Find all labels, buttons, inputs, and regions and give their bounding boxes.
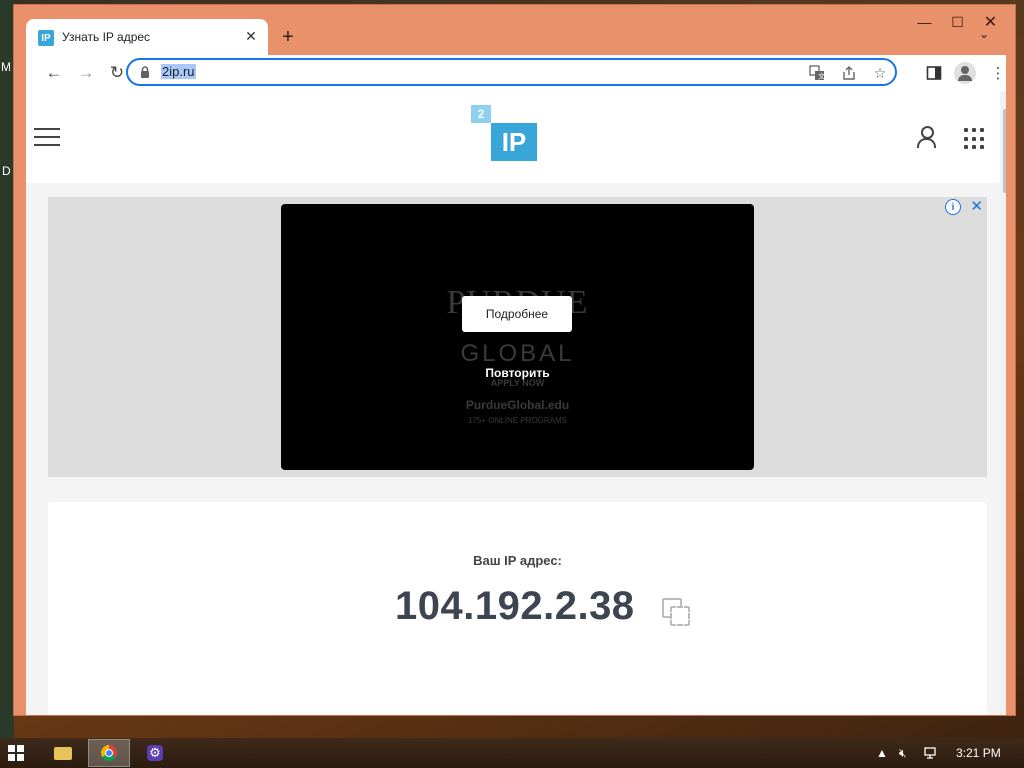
windows-start-icon[interactable] — [8, 745, 24, 761]
browser-toolbar: ← → ↻ 2ip.ru 文 ☆ ⋮ — [26, 55, 1006, 91]
user-icon[interactable] — [916, 126, 936, 148]
browser-window: — ☐ ✕ IP Узнать IP адрес ✕ + ⌄ ← → ↻ 2ip… — [13, 4, 1016, 716]
desktop-edge: M D — [0, 0, 14, 740]
chrome-icon — [101, 745, 117, 761]
maximize-button[interactable]: ☐ — [941, 11, 974, 33]
taskbar: ⚙ ▲ 🔇︎ 3:21 PM — [0, 738, 1024, 768]
page-scrollbar[interactable]: ▲ ▼ — [1000, 91, 1006, 715]
favicon-icon: IP — [38, 30, 54, 46]
chrome-taskbar-button[interactable] — [88, 739, 130, 767]
ip-card: Ваш IP адрес: 104.192.2.38 — [48, 502, 987, 715]
site-header: 2 IP — [26, 91, 1006, 183]
ad-info-icon[interactable]: i — [945, 199, 961, 215]
forward-arrow-icon[interactable]: → — [74, 61, 98, 85]
hamburger-menu-icon[interactable] — [34, 128, 60, 148]
network-icon[interactable] — [923, 746, 937, 763]
translate-icon[interactable]: 文 — [808, 64, 826, 82]
scrollbar-thumb[interactable] — [1003, 109, 1006, 193]
tab-close-icon[interactable]: ✕ — [242, 27, 260, 45]
svg-text:文: 文 — [818, 72, 825, 81]
address-bar[interactable]: 2ip.ru 文 ☆ — [126, 58, 897, 86]
ip-label: Ваш IP адрес: — [473, 553, 562, 568]
ad-close-icon[interactable]: ✕ — [970, 197, 983, 215]
window-controls: — ☐ ✕ — [908, 11, 1007, 33]
browser-tab[interactable]: IP Узнать IP адрес ✕ — [26, 19, 268, 55]
site-logo[interactable]: 2 IP — [471, 105, 537, 163]
profile-avatar-icon[interactable] — [954, 62, 976, 84]
logo-main-badge: IP — [491, 123, 537, 161]
ad-banner: i ✕ PURDUE U N I V E R S I T Y GLOBAL AP… — [48, 197, 987, 477]
tray-overflow-chevron-icon[interactable]: ▲ — [876, 746, 888, 760]
apps-grid-icon[interactable] — [964, 128, 986, 150]
ad-programs-text: 175+ ONLINE PROGRAMS — [468, 416, 567, 425]
lock-icon[interactable] — [138, 65, 152, 79]
ad-video[interactable]: PURDUE U N I V E R S I T Y GLOBAL APPLY … — [281, 204, 754, 470]
volume-muted-icon[interactable]: 🔇︎ — [899, 746, 907, 761]
file-explorer-taskbar-button[interactable] — [42, 739, 84, 767]
url-text[interactable]: 2ip.ru — [161, 64, 196, 79]
desktop-label-d: D — [2, 164, 11, 178]
settings-taskbar-button[interactable]: ⚙ — [134, 739, 176, 767]
logo-small-badge: 2 — [471, 105, 491, 123]
back-arrow-icon[interactable]: ← — [42, 61, 66, 85]
scroll-up-icon[interactable]: ▲ — [1004, 97, 1006, 106]
page-viewport: 2 IP i ✕ PURDUE U N I V E R S I T Y GLOB… — [26, 91, 1006, 715]
clock-time[interactable]: 3:21 PM — [956, 746, 1001, 760]
side-panel-icon[interactable] — [924, 63, 944, 83]
ad-replay-button[interactable]: Повторить — [281, 366, 754, 380]
share-icon[interactable] — [840, 64, 858, 82]
copy-icon[interactable] — [662, 598, 690, 626]
new-tab-button[interactable]: + — [276, 25, 300, 49]
desktop-label-m: M — [1, 60, 11, 74]
minimize-button[interactable]: — — [908, 11, 941, 33]
tab-title: Узнать IP адрес — [62, 30, 151, 44]
tab-search-chevron-icon[interactable]: ⌄ — [979, 27, 989, 41]
folder-icon — [54, 746, 72, 760]
ad-more-button[interactable]: Подробнее — [462, 296, 572, 332]
scroll-down-icon[interactable]: ▼ — [1004, 702, 1006, 711]
ad-site-text: PurdueGlobal.edu — [465, 398, 570, 412]
gear-icon: ⚙ — [147, 745, 163, 761]
bookmark-star-icon[interactable]: ☆ — [871, 64, 889, 82]
ip-address-value[interactable]: 104.192.2.38 — [395, 584, 635, 629]
more-menu-icon[interactable]: ⋮ — [988, 63, 1008, 83]
ad-brand-global: GLOBAL — [460, 340, 575, 367]
